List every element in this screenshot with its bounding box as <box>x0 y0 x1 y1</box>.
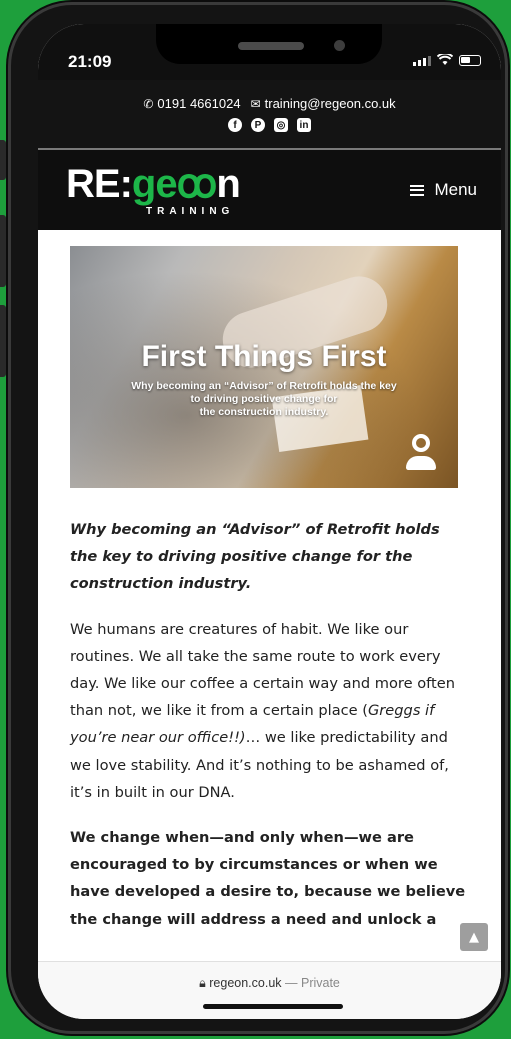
logo-figure-icon: ꝏ <box>176 162 218 206</box>
regeon-figure-icon <box>406 434 436 472</box>
logo-text-re: RE: <box>66 162 133 206</box>
silent-switch <box>0 140 6 180</box>
hamburger-icon <box>410 184 425 196</box>
article-lead-paragraph: We change when—and only when—we are enco… <box>70 829 466 928</box>
phone-screen: 21:09 ✆ 0191 4661024 ✉ training@regeon.c… <box>38 24 501 1019</box>
mail-icon: ✉ <box>250 97 261 111</box>
private-label: Private <box>300 976 340 990</box>
article-paragraph: We humans are creatures of habit. We lik… <box>70 616 472 806</box>
instagram-icon[interactable]: ◎ <box>274 118 288 132</box>
hero-subtitle-line: the construction industry. <box>199 406 329 418</box>
linkedin-icon[interactable]: in <box>297 118 311 132</box>
scroll-to-top-button[interactable]: ▲ <box>460 923 488 951</box>
status-bar: 21:09 <box>38 24 501 80</box>
url-display[interactable]: 🔒︎ regeon.co.uk — Private <box>38 976 501 991</box>
front-camera <box>334 40 345 51</box>
signal-icon <box>413 56 431 66</box>
logo-subtitle: TRAINING <box>146 206 235 217</box>
status-time: 21:09 <box>68 52 112 71</box>
menu-button[interactable]: Menu <box>410 180 477 200</box>
contact-topbar: ✆ 0191 4661024 ✉ training@regeon.co.uk f P… <box>38 80 501 148</box>
phone-link[interactable]: ✆ 0191 4661024 <box>143 96 240 111</box>
regeon-logo[interactable]: RE:geꝏn TRAINING <box>66 162 241 217</box>
url-separator: — <box>281 976 301 990</box>
volume-down-button <box>0 305 6 377</box>
email-address: training@regeon.co.uk <box>264 96 396 111</box>
logo-text-n: n <box>216 162 240 206</box>
email-link[interactable]: ✉ training@regeon.co.uk <box>251 96 396 111</box>
chevron-up-icon: ▲ <box>469 929 479 945</box>
facebook-icon[interactable]: f <box>228 118 242 132</box>
site-header: RE:geꝏn TRAINING Menu <box>38 150 501 230</box>
phone-number: 0191 4661024 <box>157 96 241 111</box>
home-indicator[interactable] <box>203 1004 343 1009</box>
url-text: regeon.co.uk <box>209 976 282 990</box>
status-icons <box>413 54 481 66</box>
volume-up-button <box>0 215 6 287</box>
logo-text-ge: ge <box>131 162 178 206</box>
hero-title: First Things First <box>141 340 387 373</box>
hero-image: First Things First Why becoming an “Advi… <box>70 246 458 488</box>
pinterest-icon[interactable]: P <box>251 118 265 132</box>
article-body: Why becoming an “Advisor” of Retrofit ho… <box>70 516 472 951</box>
hero-subtitle: Why becoming an “Advisor” of Retrofit ho… <box>100 380 428 419</box>
wifi-icon <box>437 54 453 65</box>
lock-icon: 🔒︎ <box>199 976 206 990</box>
menu-label: Menu <box>434 180 477 199</box>
article-intro: Why becoming an “Advisor” of Retrofit ho… <box>70 521 440 593</box>
notch <box>156 24 382 64</box>
hero-subtitle-line: to driving positive change for <box>190 393 338 405</box>
social-links: f P ◎ in <box>38 118 501 132</box>
hero-subtitle-line: Why becoming an “Advisor” of Retrofit ho… <box>131 380 397 392</box>
phone-icon: ✆ <box>143 97 154 111</box>
phone-frame: 21:09 ✆ 0191 4661024 ✉ training@regeon.c… <box>8 2 508 1034</box>
speaker-grille <box>238 42 304 50</box>
battery-icon <box>459 55 481 66</box>
browser-address-bar[interactable]: 🔒︎ regeon.co.uk — Private <box>38 961 501 1019</box>
